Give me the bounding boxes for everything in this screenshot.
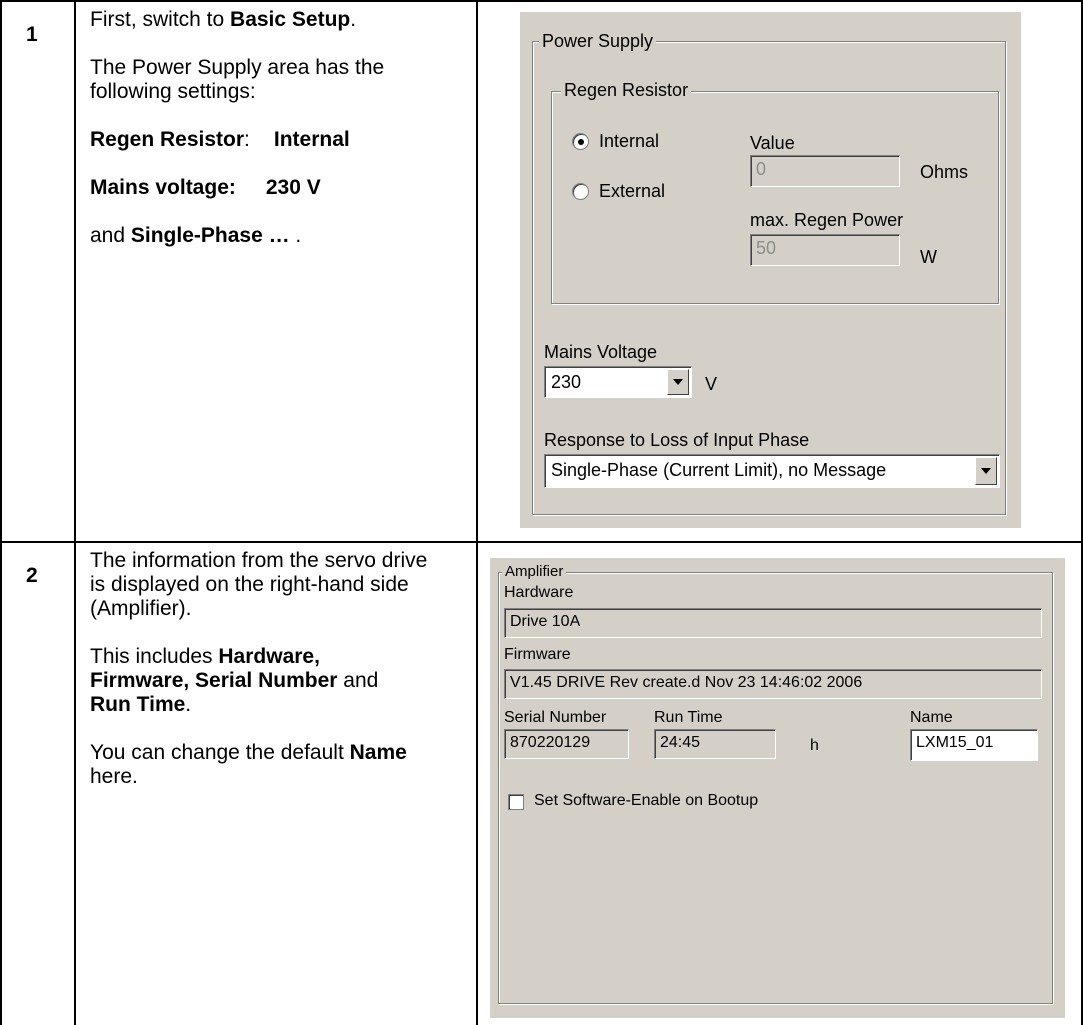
regen-resistor-title: Regen Resistor	[561, 80, 692, 100]
step-text-bold: Single-Phase …	[130, 224, 290, 247]
value-label: Value	[750, 133, 795, 153]
radio-internal-label[interactable]: Internal	[599, 131, 659, 151]
mains-voltage-value: 230	[551, 372, 582, 392]
step-text: The Power Supply area has the following …	[90, 56, 385, 103]
power-supply-title: Power Supply	[539, 31, 657, 51]
step-text: here.	[90, 765, 138, 788]
step-number: 2	[26, 564, 38, 587]
run-time-field: 24:45	[654, 729, 776, 759]
radio-external[interactable]	[572, 183, 589, 200]
step-text: The information from the servo drive is …	[90, 549, 428, 620]
hardware-field: Drive 10A	[504, 608, 1042, 638]
amplifier-panel: Amplifier Hardware Drive 10A Firmware V1…	[490, 558, 1065, 1018]
table-border-top	[0, 0, 1083, 2]
dropdown-button[interactable]	[975, 457, 997, 485]
step-text: .	[350, 8, 357, 31]
max-regen-power-field: 50	[750, 234, 900, 266]
setting-label: Regen Resistor	[90, 128, 245, 151]
max-regen-power-label: max. Regen Power	[750, 210, 904, 230]
step-text-bold: Name	[349, 741, 407, 764]
column-divider-2	[476, 0, 478, 1025]
row-divider	[0, 541, 1083, 543]
step-text: and	[337, 669, 379, 692]
step-text: .	[289, 224, 302, 247]
radio-internal[interactable]	[572, 133, 589, 150]
mains-voltage-unit: V	[705, 374, 718, 394]
setting-colon: :	[244, 128, 250, 151]
chevron-down-icon	[673, 379, 683, 385]
step-text: This includes	[90, 645, 219, 668]
setting-value: 230 V	[265, 176, 321, 199]
step-text: First, switch to	[90, 8, 231, 31]
radio-external-label[interactable]: External	[599, 181, 665, 201]
software-enable-label[interactable]: Set Software-Enable on Bootup	[534, 791, 758, 811]
name-label: Name	[910, 709, 953, 726]
software-enable-checkbox[interactable]	[508, 794, 524, 810]
setting-label: Mains voltage:	[90, 176, 236, 199]
firmware-label: Firmware	[504, 646, 571, 663]
step-text-bold: Run Time	[90, 693, 186, 716]
step-text: .	[185, 693, 192, 716]
chevron-down-icon	[981, 468, 991, 474]
max-regen-power-unit: W	[920, 247, 937, 267]
step-text: and	[90, 224, 131, 247]
column-divider-1	[74, 0, 76, 1025]
serial-number-label: Serial Number	[504, 709, 607, 726]
value-unit: Ohms	[920, 162, 969, 182]
step-text-bold: Basic Setup	[230, 8, 351, 31]
step-description: First, switch to Basic Setup. The Power …	[90, 8, 460, 272]
dropdown-button[interactable]	[667, 369, 689, 395]
serial-number-field: 870220129	[504, 729, 629, 759]
power-supply-panel: Power Supply Regen Resistor Internal Ext…	[520, 12, 1021, 528]
amplifier-title: Amplifier	[502, 562, 567, 582]
table-border-left	[0, 0, 2, 1025]
hardware-label: Hardware	[504, 584, 574, 601]
setting-value: Internal	[273, 128, 350, 151]
phase-loss-value: Single-Phase (Current Limit), no Message	[551, 460, 887, 480]
name-input[interactable]: LXM15_01	[910, 729, 1038, 761]
mains-voltage-select[interactable]: 230	[544, 366, 692, 398]
firmware-field: V1.45 DRIVE Rev create.d Nov 23 14:46:02…	[504, 669, 1042, 699]
mains-voltage-label: Mains Voltage	[544, 342, 658, 362]
step-number: 1	[26, 23, 38, 46]
step-description: The information from the servo drive is …	[90, 549, 460, 813]
step-text: You can change the default	[90, 741, 350, 764]
phase-loss-label: Response to Loss of Input Phase	[544, 430, 810, 450]
run-time-label: Run Time	[654, 709, 723, 726]
value-field: 0	[750, 155, 900, 187]
phase-loss-select[interactable]: Single-Phase (Current Limit), no Message	[544, 454, 1000, 488]
run-time-unit: h	[810, 737, 819, 754]
